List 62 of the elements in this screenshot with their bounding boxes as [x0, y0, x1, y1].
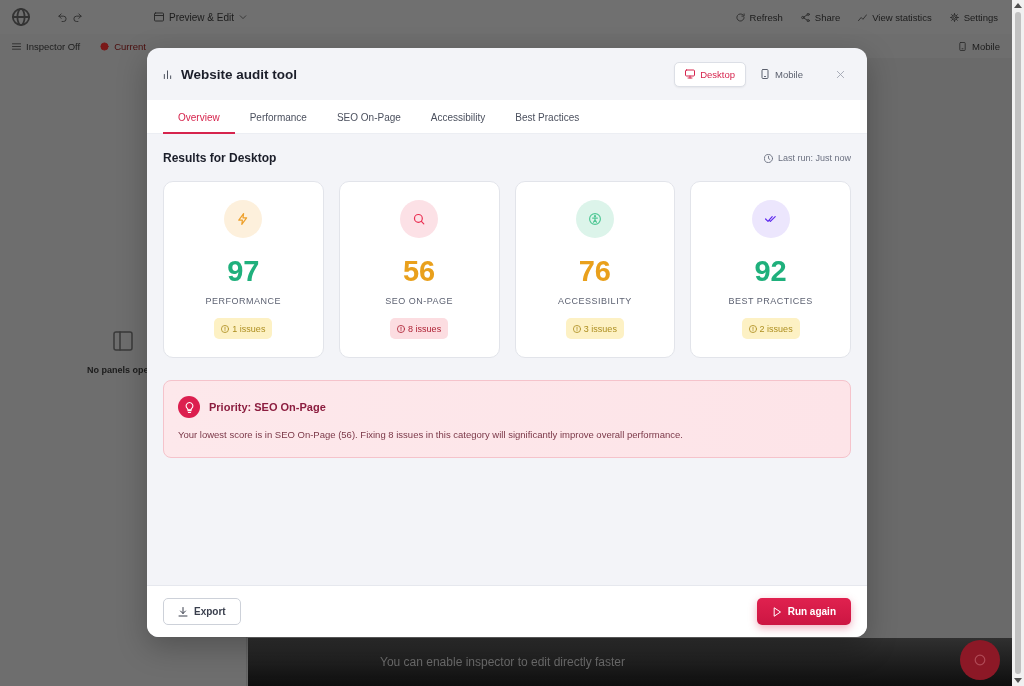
- export-button[interactable]: Export: [163, 598, 241, 625]
- tab[interactable]: Overview: [163, 100, 235, 134]
- score-value: 92: [754, 255, 787, 287]
- tab[interactable]: Accessibility: [415, 100, 501, 134]
- window-icon: [154, 12, 164, 22]
- tab[interactable]: Performance: [234, 100, 322, 134]
- bar-chart-icon: [163, 69, 172, 79]
- alert-icon: [397, 324, 406, 333]
- globe-icon[interactable]: [12, 8, 30, 26]
- phone-icon: [958, 41, 967, 51]
- share-icon: [800, 12, 810, 22]
- score-value: 97: [227, 255, 260, 287]
- desktop-view-button[interactable]: Desktop: [674, 61, 746, 87]
- close-icon[interactable]: [836, 69, 845, 79]
- trend-icon: [858, 12, 868, 22]
- redo-icon[interactable]: [73, 12, 82, 22]
- settings-button[interactable]: Settings: [947, 9, 1000, 25]
- inspector-toggle[interactable]: Inspector Off: [10, 38, 83, 54]
- category-label: SEO ON-PAGE: [385, 295, 454, 307]
- menu-icon: [12, 41, 21, 51]
- score-value: 76: [578, 255, 611, 287]
- caret-icon: [239, 13, 248, 21]
- issues-count: 8 issues: [408, 323, 442, 334]
- run-button[interactable]: Run again: [756, 598, 851, 625]
- dialog-title: Website audit tool: [181, 66, 297, 82]
- alert-icon: [221, 324, 230, 333]
- last-run-text: Last run: Just now: [777, 153, 851, 163]
- mode-dropdown[interactable]: Preview & Edit: [152, 9, 250, 25]
- panel-icon: [113, 331, 133, 351]
- alert-icon: [572, 324, 581, 333]
- category-label: BEST PRACTICES: [728, 295, 813, 307]
- refresh-button[interactable]: Refresh: [733, 9, 785, 25]
- refresh-icon: [735, 12, 745, 22]
- monitor-icon: [685, 69, 696, 79]
- issues-count: 1 issues: [232, 323, 266, 334]
- score-value: 56: [403, 255, 436, 287]
- mobile-view-button[interactable]: Mobile: [749, 61, 814, 87]
- mobile-view-button[interactable]: Mobile: [956, 38, 1002, 54]
- gear-icon: [949, 12, 959, 22]
- scrollbar[interactable]: [1012, 0, 1024, 686]
- priority-text: Your lowest score is in SEO On-Page (56). Fixing 8 issues in this category will significantly improve overall performance.: [178, 428, 684, 442]
- results-heading: Results for Desktop: [163, 151, 277, 165]
- category-label: ACCESSIBILITY: [558, 295, 632, 307]
- clock-icon: [763, 153, 773, 163]
- play-icon: [771, 606, 782, 617]
- lightbulb-icon: [178, 396, 200, 418]
- issues-count: 2 issues: [759, 323, 793, 334]
- current-button[interactable]: Current: [98, 38, 148, 54]
- undo-icon[interactable]: [58, 12, 67, 22]
- phone-icon: [760, 69, 770, 79]
- notification-text: You can enable inspector to edit directly faster: [380, 655, 626, 669]
- tab[interactable]: Best Practices: [500, 100, 595, 134]
- record-icon: [100, 41, 110, 51]
- issues-count: 3 issues: [583, 323, 617, 334]
- category-label: PERFORMANCE: [205, 295, 282, 307]
- statistics-button[interactable]: View statistics: [856, 9, 934, 25]
- alert-icon: [748, 324, 757, 333]
- share-button[interactable]: Share: [798, 9, 843, 25]
- ring-icon: [974, 654, 986, 666]
- priority-title: Priority: SEO On-Page: [209, 401, 326, 413]
- download-icon: [178, 606, 188, 617]
- tab[interactable]: SEO On-Page: [321, 100, 416, 134]
